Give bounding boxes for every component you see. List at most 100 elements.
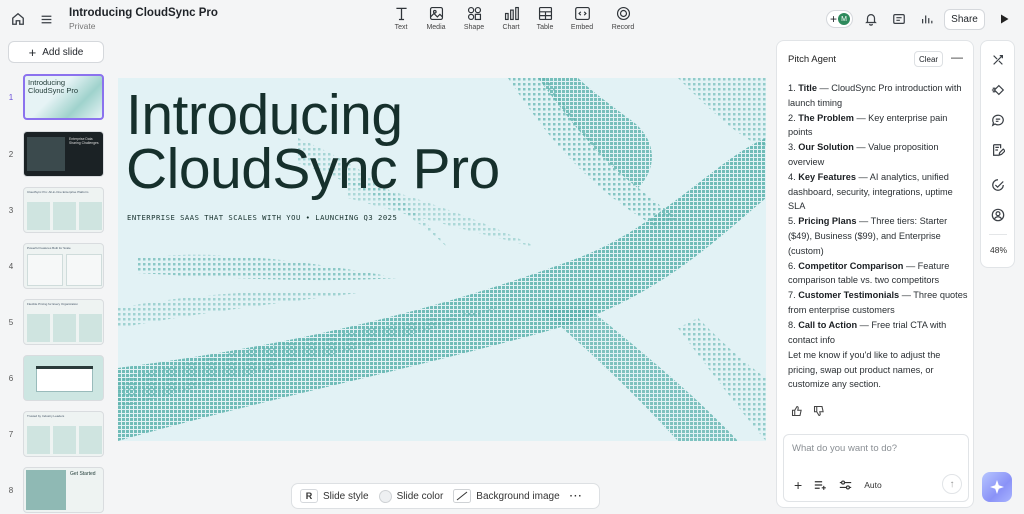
divider — [989, 234, 1007, 235]
play-icon[interactable] — [994, 9, 1014, 29]
slide-number: 8 — [8, 486, 14, 495]
slide-tagline[interactable]: ENTERPRISE SAAS THAT SCALES WITH YOU • L… — [127, 213, 397, 222]
embed-icon — [574, 6, 590, 21]
tool-label: Table — [536, 24, 554, 31]
slide-title-line-2: CloudSync Pro — [126, 137, 500, 201]
tool-text[interactable]: Text — [381, 5, 421, 31]
slide-style-button[interactable]: R Slide style — [300, 489, 369, 503]
list-item: 6. Competitor Comparison — Feature compa… — [788, 260, 950, 286]
mode-label[interactable]: Auto — [864, 480, 882, 490]
slide-number: 4 — [8, 262, 14, 271]
feedback-buttons — [791, 405, 825, 417]
thumbnail-title: Enterprise Data Sharing Challenges — [69, 137, 99, 145]
tool-label: Record — [611, 24, 635, 31]
slide-thumbnail-4[interactable]: Powerful Features Built for Scale — [23, 243, 104, 289]
slide-number: 2 — [8, 150, 14, 159]
tool-label: Embed — [570, 24, 594, 31]
tool-label: Text — [394, 24, 408, 31]
list-add-icon[interactable] — [814, 479, 827, 491]
slide-number: 5 — [8, 318, 14, 327]
tool-media[interactable]: Media — [416, 5, 456, 31]
top-bar: Introducing CloudSync Pro Private Text M… — [0, 0, 1024, 38]
arrow-up-icon: ↑ — [949, 478, 955, 490]
list-item: 4. Key Features — AI analytics, unified … — [788, 172, 953, 212]
slide-title[interactable]: Introducing CloudSync Pro — [126, 83, 500, 201]
analytics-icon[interactable] — [917, 9, 937, 29]
agent-panel: Pitch Agent Clear — 1. Title — CloudSync… — [776, 40, 974, 508]
slide-thumbnail-5[interactable]: Flexible Pricing for Every Organization — [23, 299, 104, 345]
tool-embed[interactable]: Embed — [562, 5, 602, 31]
minimize-icon[interactable]: — — [951, 50, 963, 64]
text-icon — [395, 7, 407, 21]
design-tools-icon[interactable] — [989, 51, 1007, 69]
slide-color-button[interactable]: Slide color — [378, 489, 444, 503]
bell-icon[interactable] — [861, 9, 881, 29]
slide-thumbnail-1[interactable]: Introducing CloudSync Pro — [23, 74, 104, 120]
home-icon[interactable] — [8, 9, 28, 29]
settings-sliders-icon[interactable] — [839, 479, 852, 491]
attach-plus-icon[interactable]: + — [794, 477, 802, 493]
thumbnail-title: Introducing CloudSync Pro — [28, 78, 79, 95]
slide-thumbnail-8[interactable]: Get Started — [23, 467, 104, 513]
thumbnail-title: Powerful Features Built for Scale — [27, 246, 71, 250]
right-rail: 48% — [980, 40, 1015, 268]
slide-title-line-1: Introducing — [126, 83, 403, 147]
tool-label: Chart — [502, 24, 520, 31]
sparkle-icon — [990, 480, 1004, 494]
prompt-input[interactable] — [792, 443, 960, 454]
edit-notes-icon[interactable] — [989, 141, 1007, 159]
background-image-label: Background image — [476, 490, 560, 502]
tool-record[interactable]: Record — [603, 5, 643, 31]
list-item: 7. Customer Testimonials — Three quotes … — [788, 290, 968, 315]
thumbnail-title: Flexible Pricing for Every Organization — [27, 302, 79, 306]
send-button[interactable]: ↑ — [942, 474, 962, 494]
menu-icon[interactable] — [36, 9, 56, 29]
list-item: 8. Call to Action — Free trial CTA with … — [788, 320, 947, 345]
collaborators[interactable]: + M — [826, 10, 853, 28]
thumbnail-title: Trusted by Industry Leaders — [27, 414, 65, 418]
tool-shape[interactable]: Shape — [454, 5, 494, 31]
slide-number: 3 — [8, 206, 14, 215]
color-swatch-icon — [378, 489, 392, 503]
visibility-label: Private — [69, 21, 96, 31]
shape-icon — [467, 6, 481, 21]
slide-thumbnail-2[interactable]: Enterprise Data Sharing Challenges — [23, 131, 104, 177]
list-item: 5. Pricing Plans — Three tiers: Starter … — [788, 216, 948, 256]
add-slide-button[interactable]: + Add slide — [8, 41, 104, 63]
thumbs-up-icon[interactable] — [791, 405, 803, 417]
slide-thumbnail-6[interactable] — [23, 355, 104, 401]
slide-style-icon: R — [300, 489, 318, 503]
plus-icon: + — [28, 44, 37, 60]
agent-outline-list: 1. Title — CloudSync Pro introduction wi… — [788, 81, 968, 348]
ai-assistant-button[interactable] — [982, 472, 1012, 502]
agent-title: Pitch Agent — [788, 54, 837, 65]
zoom-level[interactable]: 48% — [981, 245, 1016, 255]
document-title[interactable]: Introducing CloudSync Pro — [69, 7, 218, 19]
slide-style-label: Slide style — [323, 490, 369, 502]
agent-message-footer: Let me know if you'd like to adjust the … — [788, 350, 941, 390]
tool-table[interactable]: Table — [525, 5, 565, 31]
avatar: M — [838, 13, 851, 25]
profile-icon[interactable] — [989, 206, 1007, 224]
comments-icon[interactable] — [989, 111, 1007, 129]
slide-color-label: Slide color — [396, 490, 444, 502]
thumbs-down-icon[interactable] — [813, 405, 825, 417]
check-circle-icon[interactable] — [989, 176, 1007, 194]
list-item: 1. Title — CloudSync Pro introduction wi… — [788, 83, 962, 108]
list-item: 2. The Problem — Key enterprise pain poi… — [788, 112, 948, 138]
list-item: 3. Our Solution — Value proposition over… — [788, 142, 939, 167]
animation-icon[interactable] — [989, 81, 1007, 99]
background-image-button[interactable]: Background image — [453, 489, 560, 503]
table-icon — [538, 6, 552, 21]
notes-icon[interactable] — [889, 9, 909, 29]
slide-canvas[interactable]: Introducing CloudSync Pro ENTERPRISE SAA… — [118, 78, 766, 441]
record-icon — [616, 6, 630, 21]
more-options-icon[interactable]: ··· — [570, 491, 583, 502]
slide-thumbnail-7[interactable]: Trusted by Industry Leaders — [23, 411, 104, 457]
tool-label: Shape — [463, 24, 485, 31]
share-button[interactable]: Share — [944, 9, 985, 30]
clear-button[interactable]: Clear — [914, 51, 943, 67]
slide-thumbnail-3[interactable]: CloudSync Pro: All-in-One Enterprise Pla… — [23, 187, 104, 233]
slide-toolbar: R Slide style Slide color Background ima… — [291, 483, 600, 509]
thumbnail-title: CloudSync Pro: All-in-One Enterprise Pla… — [27, 190, 89, 194]
